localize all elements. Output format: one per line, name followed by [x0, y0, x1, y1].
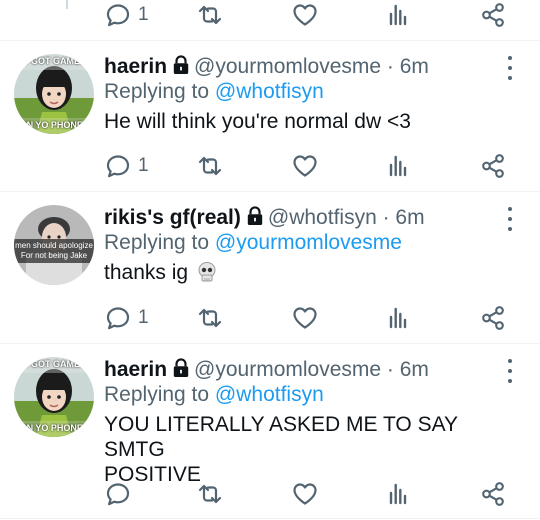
stats-button[interactable] [384, 474, 412, 514]
share-nodes-icon [479, 304, 507, 332]
like-button[interactable] [291, 474, 319, 514]
replying-prefix: Replying to [104, 231, 210, 254]
avatar-caption-line2: For not being Jake [20, 251, 88, 260]
tweet-text: He will think you're normal dw <3 [104, 110, 411, 133]
retweet-arrows-icon [196, 1, 224, 29]
tweet-header: rikis's gf(real) @whotfisyn · 6m [104, 205, 425, 231]
divider [0, 40, 540, 41]
reply-button[interactable]: 1 [104, 0, 149, 35]
replying-to: Replying to @whotfisyn [104, 79, 324, 105]
heart-outline-icon [291, 1, 319, 29]
padlock-icon [172, 358, 190, 378]
retweet-button[interactable] [196, 298, 224, 338]
user-handle[interactable]: @yourmomlovesme [194, 358, 381, 381]
replying-to-mention[interactable]: @yourmomlovesme [215, 231, 402, 254]
timestamp[interactable]: 6m [400, 55, 429, 78]
more-options-button[interactable] [500, 359, 520, 383]
replying-prefix: Replying to [104, 80, 210, 103]
share-button[interactable] [479, 0, 507, 35]
vertical-ellipsis-icon [508, 56, 512, 60]
bar-chart-icon [384, 304, 412, 332]
tweet-actions: 1 [0, 146, 540, 186]
replying-to-mention[interactable]: @whotfisyn [215, 383, 324, 406]
share-nodes-icon [479, 1, 507, 29]
tweet-header: haerin @yourmomlovesme · 6m [104, 54, 429, 80]
replying-to: Replying to @whotfisyn [104, 382, 324, 408]
share-nodes-icon [479, 480, 507, 508]
share-button[interactable] [479, 298, 507, 338]
padlock-icon [172, 55, 190, 75]
separator-dot: · [381, 358, 400, 381]
display-name[interactable]: rikis's gf(real) [104, 206, 241, 229]
replying-prefix: Replying to [104, 383, 210, 406]
speech-bubble-icon [104, 480, 132, 508]
reply-count: 1 [138, 307, 149, 328]
retweet-button[interactable] [196, 146, 224, 186]
vertical-ellipsis-icon [508, 207, 512, 211]
divider [0, 343, 540, 344]
heart-outline-icon [291, 304, 319, 332]
bar-chart-icon [384, 1, 412, 29]
retweet-arrows-icon [196, 152, 224, 180]
avatar-caption-line1: men should apologize [15, 241, 93, 250]
timestamp[interactable]: 6m [400, 358, 429, 381]
tweet-actions: 1 [0, 298, 540, 338]
avatar-caption-top: U GOT GAMES [21, 359, 86, 369]
reply-count: 1 [138, 155, 149, 176]
retweet-button[interactable] [196, 0, 224, 35]
speech-bubble-icon [104, 1, 132, 29]
avatar-caption-top: U GOT GAMES [21, 56, 86, 66]
reply-count: 1 [138, 4, 149, 25]
avatar[interactable]: U GOT GAMES ON YO PHONE? [14, 357, 94, 437]
separator-dot: · [381, 55, 400, 78]
bar-chart-icon [384, 152, 412, 180]
avatar-caption-bottom: ON YO PHONE? [19, 423, 89, 433]
avatar[interactable]: men should apologize For not being Jake [14, 205, 94, 285]
avatar-caption-bottom: ON YO PHONE? [19, 120, 89, 130]
heart-outline-icon [291, 152, 319, 180]
replying-to: Replying to @yourmomlovesme [104, 230, 402, 256]
like-button[interactable] [291, 0, 319, 35]
reply-button[interactable]: 1 [104, 298, 149, 338]
more-options-button[interactable] [500, 207, 520, 231]
tweet-text-container: thanks ig [104, 260, 524, 285]
stats-button[interactable] [384, 146, 412, 186]
retweet-button[interactable] [196, 474, 224, 514]
retweet-arrows-icon [196, 304, 224, 332]
separator-dot: · [376, 206, 396, 229]
avatar[interactable]: U GOT GAMES ON YO PHONE? [14, 54, 94, 134]
bar-chart-icon [384, 480, 412, 508]
retweet-arrows-icon [196, 480, 224, 508]
heart-outline-icon [291, 480, 319, 508]
display-name[interactable]: haerin [104, 358, 167, 381]
speech-bubble-icon [104, 152, 132, 180]
stats-button[interactable] [384, 0, 412, 35]
speech-bubble-icon [104, 304, 132, 332]
tweet-actions [0, 474, 540, 514]
padlock-icon [246, 206, 264, 226]
replying-to-mention[interactable]: @whotfisyn [215, 80, 324, 103]
top-tweet-actions: 1 [0, 0, 540, 35]
vertical-ellipsis-icon [508, 359, 512, 363]
reply-button[interactable] [104, 474, 138, 514]
display-name[interactable]: haerin [104, 55, 167, 78]
stats-button[interactable] [384, 298, 412, 338]
more-options-button[interactable] [500, 56, 520, 80]
share-button[interactable] [479, 146, 507, 186]
skull-emoji [198, 262, 216, 282]
tweet-header: haerin @yourmomlovesme · 6m [104, 357, 429, 383]
tweet-text: thanks ig [104, 261, 189, 284]
like-button[interactable] [291, 298, 319, 338]
user-handle[interactable]: @yourmomlovesme [194, 55, 381, 78]
divider [0, 191, 540, 192]
reply-button[interactable]: 1 [104, 146, 149, 186]
tweet-text-line: YOU LITERALLY ASKED ME TO SAY SMTG [104, 413, 458, 461]
user-handle[interactable]: @whotfisyn [268, 206, 377, 229]
timestamp[interactable]: 6m [395, 206, 424, 229]
share-button[interactable] [479, 474, 507, 514]
like-button[interactable] [291, 146, 319, 186]
share-nodes-icon [479, 152, 507, 180]
divider [0, 518, 540, 519]
